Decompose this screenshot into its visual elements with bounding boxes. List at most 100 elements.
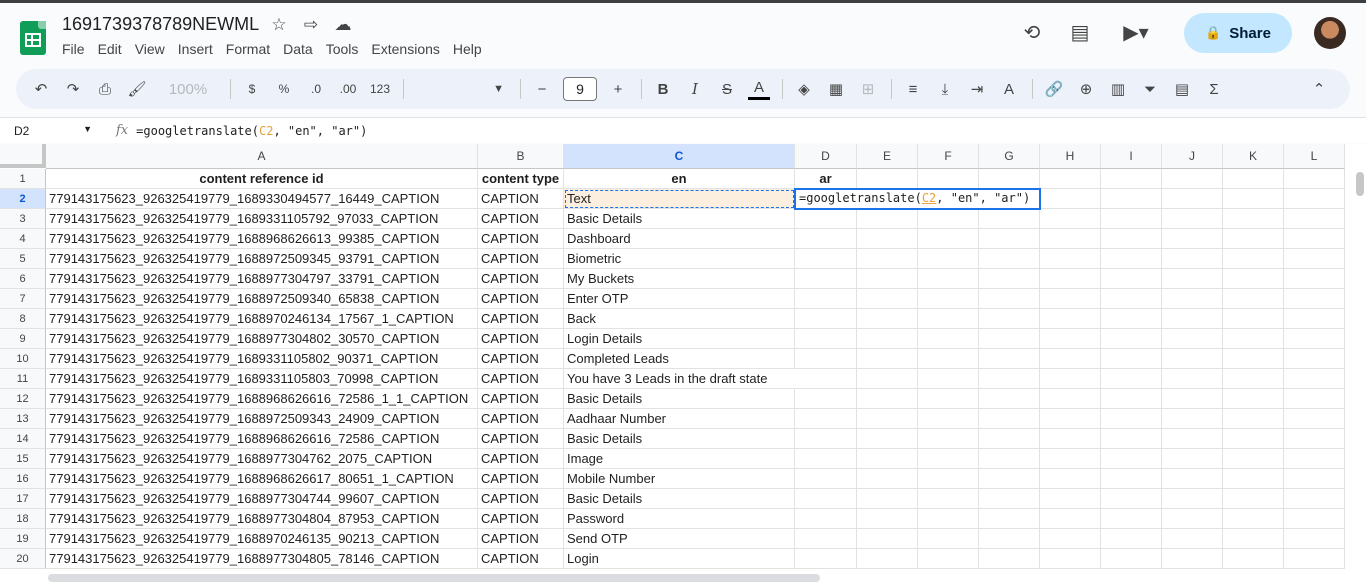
menu-format[interactable]: Format xyxy=(226,41,277,57)
table-cell[interactable]: CAPTION xyxy=(478,309,564,329)
table-cell[interactable] xyxy=(918,549,979,569)
more-formats-button[interactable]: 123 xyxy=(369,75,391,103)
menu-insert[interactable]: Insert xyxy=(178,41,220,57)
table-cell[interactable] xyxy=(1040,409,1101,429)
table-cell[interactable] xyxy=(1223,209,1284,229)
table-cell[interactable]: 779143175623_926325419779_1689331105803_… xyxy=(46,369,478,389)
table-cell[interactable] xyxy=(795,449,857,469)
table-cell[interactable] xyxy=(1162,349,1223,369)
table-cell[interactable] xyxy=(979,449,1040,469)
table-cell[interactable] xyxy=(979,289,1040,309)
table-cell[interactable] xyxy=(857,289,918,309)
table-cell[interactable] xyxy=(857,269,918,289)
table-cell[interactable] xyxy=(795,509,857,529)
table-cell[interactable] xyxy=(1284,189,1345,209)
select-all-corner[interactable] xyxy=(0,144,46,168)
table-cell[interactable] xyxy=(1101,369,1162,389)
table-cell[interactable] xyxy=(1223,249,1284,269)
table-cell[interactable]: CAPTION xyxy=(478,229,564,249)
table-cell[interactable] xyxy=(1284,249,1345,269)
table-cell[interactable]: Basic Details xyxy=(564,429,795,449)
menu-extensions[interactable]: Extensions xyxy=(371,41,446,57)
table-cell[interactable] xyxy=(795,409,857,429)
decrease-font-size-icon[interactable]: − xyxy=(531,75,553,103)
table-cell[interactable] xyxy=(979,169,1040,189)
table-cell[interactable] xyxy=(1040,469,1101,489)
table-cell[interactable] xyxy=(1162,289,1223,309)
cloud-status-icon[interactable]: ☁ xyxy=(332,14,354,36)
percent-button[interactable]: % xyxy=(273,75,295,103)
vertical-align-icon[interactable]: ⤓ xyxy=(934,75,956,103)
row-header-6[interactable]: 6 xyxy=(0,269,46,289)
table-cell[interactable]: 779143175623_926325419779_1689331105802_… xyxy=(46,349,478,369)
table-cell[interactable] xyxy=(1284,409,1345,429)
increase-font-size-icon[interactable]: + xyxy=(607,75,629,103)
table-cell[interactable] xyxy=(1162,189,1223,209)
table-cell[interactable] xyxy=(1101,489,1162,509)
table-cell[interactable] xyxy=(1223,329,1284,349)
table-cell[interactable] xyxy=(857,209,918,229)
table-cell[interactable]: 779143175623_926325419779_1688977304804_… xyxy=(46,509,478,529)
table-cell[interactable] xyxy=(1101,229,1162,249)
table-cell[interactable]: CAPTION xyxy=(478,449,564,469)
column-header-c[interactable]: C xyxy=(564,144,795,169)
table-cell[interactable] xyxy=(857,329,918,349)
table-cell[interactable] xyxy=(1040,489,1101,509)
table-cell[interactable] xyxy=(1162,469,1223,489)
collapse-toolbar-icon[interactable]: ⌃ xyxy=(1308,75,1330,103)
row-header-7[interactable]: 7 xyxy=(0,289,46,309)
table-cell[interactable] xyxy=(1284,349,1345,369)
fill-color-icon[interactable]: ◈ xyxy=(793,75,815,103)
table-cell[interactable] xyxy=(1284,269,1345,289)
table-cell[interactable] xyxy=(857,409,918,429)
row-header-13[interactable]: 13 xyxy=(0,409,46,429)
redo-icon[interactable]: ↷ xyxy=(62,75,84,103)
table-cell[interactable] xyxy=(1162,229,1223,249)
table-cell[interactable] xyxy=(1101,429,1162,449)
currency-button[interactable]: $ xyxy=(241,75,263,103)
table-cell[interactable] xyxy=(1162,249,1223,269)
table-cell[interactable] xyxy=(857,469,918,489)
row-header-11[interactable]: 11 xyxy=(0,369,46,389)
table-cell[interactable] xyxy=(918,229,979,249)
table-cell[interactable]: CAPTION xyxy=(478,389,564,409)
table-cell[interactable] xyxy=(1162,429,1223,449)
table-cell[interactable] xyxy=(857,549,918,569)
table-cell[interactable] xyxy=(1040,249,1101,269)
table-cell[interactable]: 779143175623_926325419779_1688972509345_… xyxy=(46,249,478,269)
table-cell[interactable] xyxy=(857,229,918,249)
table-cell[interactable] xyxy=(979,509,1040,529)
table-cell[interactable] xyxy=(979,309,1040,329)
table-cell[interactable] xyxy=(918,289,979,309)
table-cell[interactable] xyxy=(1040,549,1101,569)
decrease-decimal-button[interactable]: .0 xyxy=(305,75,327,103)
table-cell[interactable] xyxy=(1040,329,1101,349)
table-cell[interactable] xyxy=(795,249,857,269)
table-cell[interactable]: 779143175623_926325419779_1688972509340_… xyxy=(46,289,478,309)
insert-comment-icon[interactable]: ⊕ xyxy=(1075,75,1097,103)
table-cell[interactable] xyxy=(918,409,979,429)
table-cell[interactable] xyxy=(1284,289,1345,309)
table-cell[interactable] xyxy=(857,349,918,369)
table-cell[interactable] xyxy=(1284,469,1345,489)
table-cell[interactable] xyxy=(1284,549,1345,569)
row-header-4[interactable]: 4 xyxy=(0,229,46,249)
table-cell[interactable]: Completed Leads xyxy=(564,349,795,369)
row-header-10[interactable]: 10 xyxy=(0,349,46,369)
table-cell[interactable] xyxy=(795,329,857,349)
column-header-k[interactable]: K xyxy=(1223,144,1284,169)
table-cell[interactable] xyxy=(979,389,1040,409)
table-cell[interactable]: 779143175623_926325419779_1688968626613_… xyxy=(46,229,478,249)
table-cell[interactable] xyxy=(1223,489,1284,509)
table-cell[interactable] xyxy=(1284,389,1345,409)
filter-views-icon[interactable]: ▤ xyxy=(1171,75,1193,103)
row-header-1[interactable]: 1 xyxy=(0,169,46,189)
table-cell[interactable] xyxy=(1101,189,1162,209)
font-family-select[interactable]: ▼ xyxy=(414,76,504,102)
table-cell[interactable] xyxy=(918,269,979,289)
table-cell[interactable] xyxy=(1284,329,1345,349)
table-cell[interactable]: Send OTP xyxy=(564,529,795,549)
table-cell[interactable]: Basic Details xyxy=(564,489,795,509)
table-cell[interactable] xyxy=(795,489,857,509)
table-cell[interactable]: CAPTION xyxy=(478,349,564,369)
